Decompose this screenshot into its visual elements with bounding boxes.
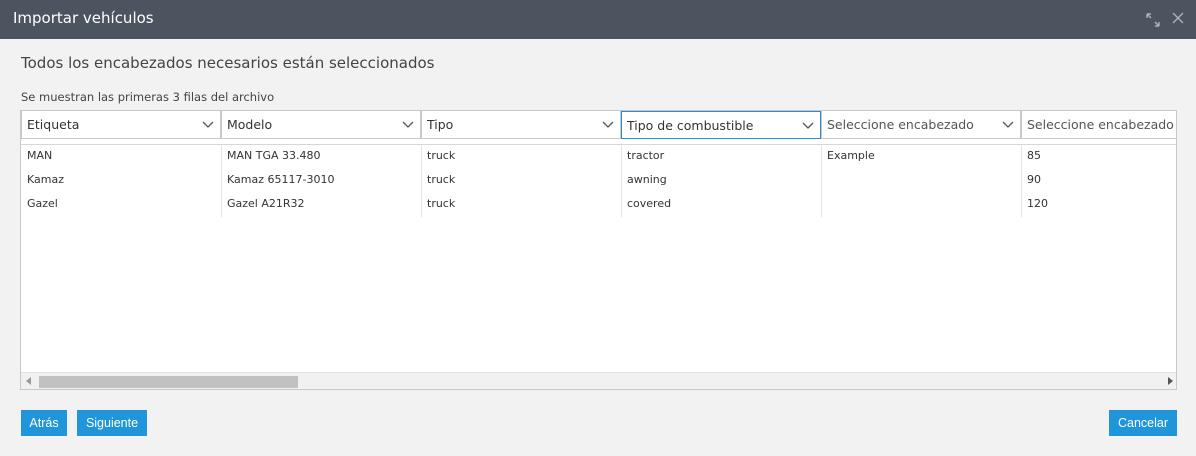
back-button[interactable]: Atrás	[21, 410, 67, 436]
chevron-down-icon	[602, 111, 614, 138]
import-preview-grid: Etiqueta Modelo Tipo Tipo de combustible…	[20, 110, 1177, 390]
header-select-4[interactable]: Tipo de combustible	[621, 111, 821, 139]
table-cell: tractor	[627, 149, 665, 162]
chevron-down-icon	[402, 111, 414, 138]
table-cell: Gazel A21R32	[227, 197, 305, 210]
table-cell: 120	[1027, 197, 1048, 210]
expand-icon[interactable]	[1145, 12, 1161, 28]
header-select-label: Seleccione encabezado	[1027, 117, 1174, 132]
header-select-5[interactable]: Seleccione encabezado	[821, 111, 1021, 139]
horizontal-scrollbar[interactable]	[21, 372, 1176, 389]
scroll-left-icon[interactable]	[26, 377, 32, 387]
table-cell: Kamaz	[27, 173, 64, 186]
table-cell: Gazel	[27, 197, 58, 210]
scroll-right-icon[interactable]	[1167, 377, 1173, 387]
window-title: Importar vehículos	[13, 9, 154, 27]
title-bar: Importar vehículos	[0, 0, 1196, 39]
table-cell: Example	[827, 149, 875, 162]
header-select-6[interactable]: Seleccione encabezado	[1021, 111, 1176, 139]
chevron-down-icon	[1002, 111, 1014, 138]
table-cell: MAN TGA 33.480	[227, 149, 321, 162]
table-cell	[821, 193, 827, 217]
header-select-label: Seleccione encabezado	[827, 117, 974, 132]
table-cell: truck	[427, 173, 456, 186]
scrollbar-thumb[interactable]	[39, 376, 298, 388]
header-select-label: Tipo de combustible	[627, 118, 754, 133]
table-cell	[821, 169, 827, 193]
header-select-label: Etiqueta	[27, 117, 80, 132]
table-row: MAN MAN TGA 33.480 truck tractor Example…	[21, 145, 1176, 169]
status-heading: Todos los encabezados necesarios están s…	[21, 54, 435, 72]
header-select-2[interactable]: Modelo	[221, 111, 421, 139]
table-cell: 85	[1027, 149, 1041, 162]
cancel-button[interactable]: Cancelar	[1109, 410, 1177, 436]
table-row: Gazel Gazel A21R32 truck covered 120	[21, 193, 1176, 217]
header-select-3[interactable]: Tipo	[421, 111, 621, 139]
chevron-down-icon	[202, 111, 214, 138]
table-cell: Kamaz 65117-3010	[227, 173, 335, 186]
status-subheading: Se muestran las primeras 3 filas del arc…	[21, 90, 275, 104]
table-cell: truck	[427, 197, 456, 210]
next-button[interactable]: Siguiente	[77, 410, 147, 436]
table-cell: awning	[627, 173, 667, 186]
chevron-down-icon	[802, 112, 814, 138]
close-icon[interactable]	[1170, 11, 1186, 27]
table-cell: MAN	[27, 149, 53, 162]
header-select-label: Modelo	[227, 117, 273, 132]
table-row: Kamaz Kamaz 65117-3010 truck awning 90	[21, 169, 1176, 193]
header-select-label: Tipo	[427, 117, 454, 132]
table-cell: truck	[427, 149, 456, 162]
grid-body: MAN MAN TGA 33.480 truck tractor Example…	[21, 144, 1176, 372]
header-select-1[interactable]: Etiqueta	[21, 111, 221, 139]
table-cell: covered	[627, 197, 672, 210]
header-row: Etiqueta Modelo Tipo Tipo de combustible…	[21, 111, 1176, 140]
table-cell: 90	[1027, 173, 1041, 186]
